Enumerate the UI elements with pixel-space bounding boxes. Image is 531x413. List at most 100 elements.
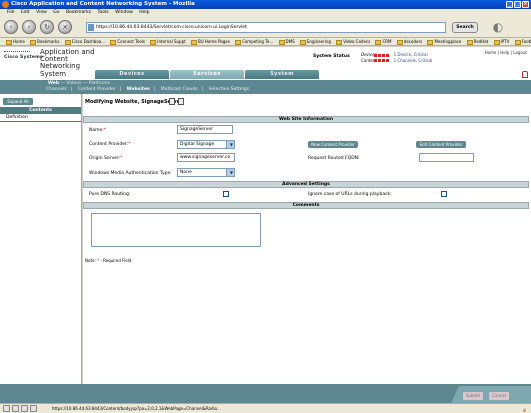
sidebar-item-definition[interactable]: Definition bbox=[0, 114, 81, 122]
page-icon bbox=[88, 24, 94, 31]
forward-button[interactable]: › bbox=[22, 20, 36, 34]
app-header: Cisco Systems Application and Content Ne… bbox=[0, 47, 531, 80]
tab-devices[interactable]: Devices bbox=[95, 70, 169, 79]
bookmark-item[interactable]: DMS bbox=[279, 38, 295, 45]
stop-button[interactable]: × bbox=[58, 20, 72, 34]
bookmark-item[interactable]: CRM bbox=[375, 38, 391, 45]
subnav-selective-settings[interactable]: Selective Settings bbox=[209, 87, 249, 92]
bookmark-item[interactable]: Bookmarks bbox=[30, 38, 59, 45]
status-link[interactable]: 1 Channels, Critical bbox=[394, 58, 433, 63]
subnav-multicast-clouds[interactable]: Multicast Clouds bbox=[161, 87, 198, 92]
composer-icon[interactable] bbox=[12, 405, 19, 412]
path-platforms[interactable]: Platforms bbox=[89, 81, 110, 86]
menu-bar: File Edit View Go Bookmarks Tools Window… bbox=[0, 9, 531, 17]
bookmark-item[interactable]: decoders bbox=[397, 38, 422, 45]
chat-icon[interactable] bbox=[21, 405, 28, 412]
comments-textarea[interactable] bbox=[91, 213, 261, 247]
lock-icon bbox=[522, 71, 528, 78]
menu-edit[interactable]: Edit bbox=[21, 10, 30, 15]
status-text: https://10.86.44.63:8443/Content/body.js… bbox=[52, 406, 221, 411]
new-content-provider-button[interactable]: New Content Provider bbox=[308, 141, 358, 148]
bookmark-item[interactable]: Connect Tools bbox=[110, 38, 145, 45]
name-label: Name:* bbox=[89, 128, 107, 133]
logo-text: Cisco Systems bbox=[4, 55, 43, 60]
edit-content-provider-button[interactable]: Edit Content Provider bbox=[416, 141, 466, 148]
left-panel: Expand All Contents Definition bbox=[0, 94, 82, 384]
system-status-title: System Status bbox=[313, 54, 350, 59]
minimize-button[interactable]: _ bbox=[506, 1, 513, 8]
main-content: Modifying Website, SignageServer Web Sit… bbox=[83, 94, 531, 384]
dropdown-arrow-icon: ▼ bbox=[229, 170, 233, 175]
status-link[interactable]: 1 Device, Critical bbox=[394, 52, 428, 57]
logo-bars-icon bbox=[4, 51, 30, 54]
window-titlebar: Cisco Application and Content Networking… bbox=[0, 0, 531, 9]
bookmark-item[interactable]: Video Codecs bbox=[336, 38, 370, 45]
pure-dns-label: Pure DNS Routing: bbox=[89, 192, 131, 197]
mozilla-icon bbox=[2, 1, 9, 8]
alarm-leds-icon bbox=[374, 59, 391, 62]
content-provider-value: Digital Signage bbox=[180, 142, 215, 147]
tab-system[interactable]: System bbox=[245, 70, 319, 79]
bookmark-item[interactable]: RedHat bbox=[467, 38, 489, 45]
bookmarks-toolbar: Home Bookmarks Cisco Dashboa... Connect … bbox=[0, 38, 531, 46]
menu-help[interactable]: Help bbox=[139, 10, 149, 15]
url-bar[interactable]: https://10.86.44.63:8443/Servlet/com.cis… bbox=[86, 22, 446, 33]
maximize-button[interactable]: □ bbox=[514, 1, 521, 8]
menu-view[interactable]: View bbox=[36, 10, 47, 15]
window-controls: _ □ × bbox=[506, 1, 529, 8]
subnav-websites[interactable]: Websites bbox=[127, 87, 150, 92]
bookmark-item[interactable]: Cisco Dashboa... bbox=[65, 38, 105, 45]
page-title: Modifying Website, SignageServer bbox=[85, 99, 183, 105]
menu-tools[interactable]: Tools bbox=[98, 10, 109, 15]
search-button[interactable]: Search bbox=[452, 22, 478, 33]
path-web[interactable]: Web bbox=[48, 81, 59, 86]
fqdn-field[interactable] bbox=[419, 153, 474, 162]
menu-file[interactable]: File bbox=[7, 10, 15, 15]
ignore-case-label: Ignore case of URLs during playback: bbox=[308, 192, 392, 197]
menu-bookmarks[interactable]: Bookmarks bbox=[66, 10, 91, 15]
address-book-icon[interactable] bbox=[30, 405, 37, 412]
bookmark-item[interactable]: Football bbox=[515, 38, 531, 45]
navigation-toolbar: ‹ › ↻ × https://10.86.44.63:8443/Servlet… bbox=[0, 17, 531, 38]
content-provider-select[interactable]: Digital Signage ▼ bbox=[177, 140, 235, 149]
bookmark-item[interactable]: Meetingplace bbox=[427, 38, 461, 45]
top-links[interactable]: Home | Help | Logout bbox=[485, 50, 527, 55]
main-tabs: Devices Services System bbox=[95, 70, 320, 79]
cancel-button[interactable]: Cancel bbox=[489, 392, 509, 400]
bookmark-item[interactable]: BU Home Pages bbox=[191, 38, 230, 45]
app-title: Application and Content Networking Syste… bbox=[40, 48, 95, 78]
required-note: Note: * - Required Field bbox=[85, 258, 132, 263]
bookmark-item[interactable]: Internal Suppt bbox=[150, 38, 185, 45]
section-comments: Comments bbox=[83, 202, 529, 209]
subnav-items: Channels | Content Provider | Websites | Mu… bbox=[46, 87, 250, 92]
bookmark-item[interactable]: Engineering bbox=[300, 38, 331, 45]
back-button[interactable]: ‹ bbox=[4, 20, 18, 34]
contents-header: Contents bbox=[0, 107, 81, 114]
close-button[interactable]: × bbox=[522, 1, 529, 8]
status-row-content: Content 1 Channels, Critical bbox=[361, 58, 432, 64]
mail-icon[interactable] bbox=[3, 405, 10, 412]
bookmark-item[interactable]: Competing Te... bbox=[235, 38, 273, 45]
print-icon[interactable] bbox=[178, 98, 184, 105]
status-label: Content bbox=[361, 57, 377, 63]
statusbar-icons bbox=[3, 405, 37, 412]
pure-dns-checkbox[interactable] bbox=[223, 191, 229, 197]
menu-go[interactable]: Go bbox=[53, 10, 59, 15]
ignore-case-checkbox[interactable] bbox=[441, 191, 447, 197]
name-field[interactable]: SignageServer bbox=[177, 125, 233, 134]
bookmark-item[interactable]: IPTV bbox=[494, 38, 510, 45]
tab-services[interactable]: Services bbox=[170, 70, 244, 79]
dropdown-arrow-icon: ▼ bbox=[229, 142, 233, 147]
browser-window: { "window": {"title": "Cisco Application… bbox=[0, 0, 531, 413]
reload-button[interactable]: ↻ bbox=[40, 20, 54, 34]
menu-window[interactable]: Window bbox=[115, 10, 133, 15]
wma-auth-select[interactable]: None ▼ bbox=[177, 168, 235, 177]
subnav-content-provider[interactable]: Content Provider bbox=[78, 87, 116, 92]
bookmark-item[interactable]: Home bbox=[6, 38, 25, 45]
path-videos[interactable]: Videos bbox=[66, 81, 81, 86]
origin-server-field[interactable]: www.signageserver.co bbox=[177, 153, 235, 162]
submit-button[interactable]: Submit bbox=[463, 392, 483, 400]
delete-icon[interactable] bbox=[169, 98, 175, 105]
subnav-channels[interactable]: Channels bbox=[46, 87, 67, 92]
expand-all-button[interactable]: Expand All bbox=[3, 98, 33, 105]
